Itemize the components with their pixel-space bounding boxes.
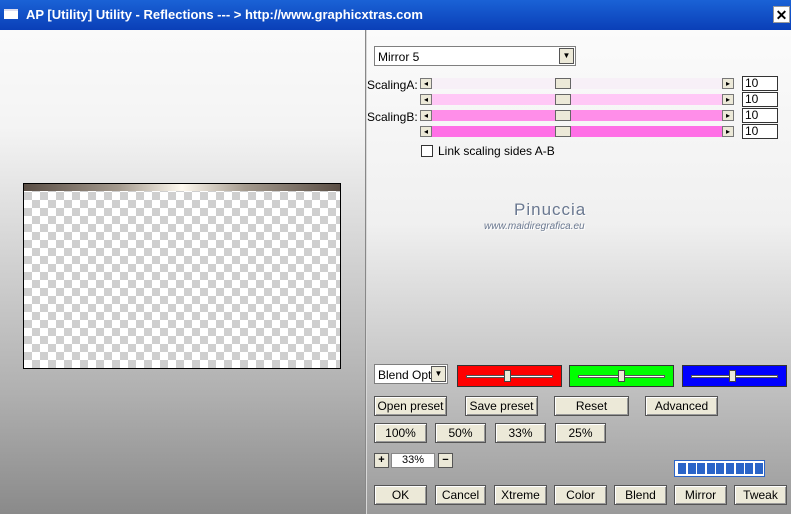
- zoom-50-button[interactable]: 50%: [435, 423, 486, 443]
- scaling-b-slider-2[interactable]: ◂ ▸: [420, 126, 734, 137]
- scaling-b-slider-1[interactable]: ◂ ▸: [420, 110, 734, 121]
- progress-segment: [706, 463, 715, 474]
- zoom-33-button[interactable]: 33%: [495, 423, 546, 443]
- preset-dropdown[interactable]: Mirror 5 ▼: [374, 46, 576, 66]
- title-bar: AP [Utility] Utility - Reflections --- >…: [0, 0, 791, 30]
- blend-options-dropdown[interactable]: Blend Optio ▼: [374, 364, 448, 384]
- save-preset-button[interactable]: Save preset: [465, 396, 538, 416]
- right-arrow-icon[interactable]: ▸: [722, 126, 734, 137]
- zoom-25-button[interactable]: 25%: [555, 423, 606, 443]
- scaling-a-slider-1[interactable]: ◂ ▸: [420, 78, 734, 89]
- close-button[interactable]: ✕: [773, 6, 790, 23]
- progress-segment: [745, 463, 754, 474]
- mirror-button[interactable]: Mirror: [674, 485, 727, 505]
- slider-thumb[interactable]: [504, 370, 512, 382]
- right-arrow-icon[interactable]: ▸: [722, 94, 734, 105]
- slider-thumb[interactable]: [555, 110, 572, 121]
- progress-segment: [678, 463, 686, 474]
- slider-thumb[interactable]: [555, 78, 572, 89]
- advanced-button[interactable]: Advanced: [645, 396, 718, 416]
- slider-thumb[interactable]: [555, 126, 572, 137]
- progress-indicator: [674, 460, 765, 477]
- left-arrow-icon[interactable]: ◂: [420, 78, 432, 89]
- slider-thumb[interactable]: [729, 370, 737, 382]
- progress-segment: [754, 463, 763, 474]
- chevron-down-icon[interactable]: ▼: [559, 48, 574, 64]
- chevron-down-icon[interactable]: ▼: [431, 366, 446, 382]
- window-icon: [4, 9, 18, 19]
- window-title: AP [Utility] Utility - Reflections --- >…: [26, 7, 423, 22]
- reset-button[interactable]: Reset: [554, 396, 629, 416]
- scaling-a-slider-2[interactable]: ◂ ▸: [420, 94, 734, 105]
- tweak-button[interactable]: Tweak: [734, 485, 787, 505]
- blue-channel-slider[interactable]: [682, 365, 787, 387]
- green-channel-slider[interactable]: [569, 365, 674, 387]
- scaling-a-value-1[interactable]: 10: [742, 76, 778, 91]
- zoom-value-field[interactable]: 33%: [391, 453, 435, 468]
- left-arrow-icon[interactable]: ◂: [420, 94, 432, 105]
- blend-button[interactable]: Blend: [614, 485, 667, 505]
- right-arrow-icon[interactable]: ▸: [722, 110, 734, 121]
- left-arrow-icon[interactable]: ◂: [420, 110, 432, 121]
- watermark-url: www.maidiregrafica.eu: [484, 221, 585, 232]
- progress-segment: [716, 463, 725, 474]
- slider-thumb[interactable]: [555, 94, 572, 105]
- link-scaling-label: Link scaling sides A-B: [438, 144, 555, 158]
- preview-canvas: [23, 183, 341, 369]
- scaling-a-label: ScalingA:: [367, 78, 418, 92]
- watermark-name: Pinuccia: [514, 200, 587, 219]
- scaling-b-value-2[interactable]: 10: [742, 124, 778, 139]
- link-scaling-checkbox[interactable]: [421, 145, 433, 157]
- progress-segment: [726, 463, 734, 474]
- scaling-b-label: ScalingB:: [367, 110, 418, 124]
- right-arrow-icon[interactable]: ▸: [722, 78, 734, 89]
- red-channel-slider[interactable]: [457, 365, 562, 387]
- progress-segment: [697, 463, 706, 474]
- cancel-button[interactable]: Cancel: [435, 485, 486, 505]
- progress-segment: [735, 463, 744, 474]
- xtreme-button[interactable]: Xtreme: [494, 485, 547, 505]
- preset-dropdown-value: Mirror 5: [378, 50, 420, 64]
- zoom-plus-button[interactable]: +: [374, 453, 389, 468]
- scaling-b-value-1[interactable]: 10: [742, 108, 778, 123]
- left-arrow-icon[interactable]: ◂: [420, 126, 432, 137]
- zoom-minus-button[interactable]: −: [438, 453, 453, 468]
- ok-button[interactable]: OK: [374, 485, 427, 505]
- blend-options-value: Blend Optio: [378, 368, 432, 382]
- zoom-100-button[interactable]: 100%: [374, 423, 427, 443]
- color-button[interactable]: Color: [554, 485, 607, 505]
- scaling-a-value-2[interactable]: 10: [742, 92, 778, 107]
- open-preset-button[interactable]: Open preset: [374, 396, 447, 416]
- slider-thumb[interactable]: [618, 370, 625, 382]
- reflection-strip: [24, 184, 340, 191]
- progress-segment: [687, 463, 696, 474]
